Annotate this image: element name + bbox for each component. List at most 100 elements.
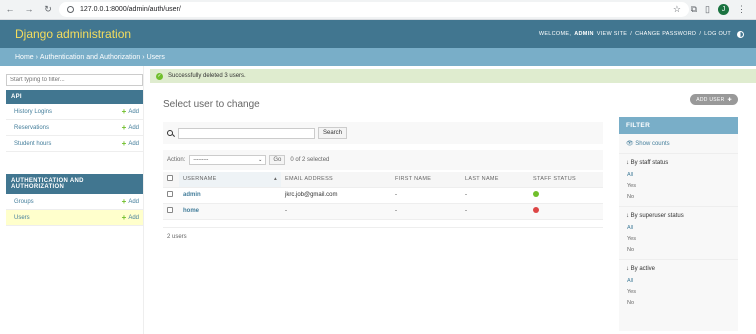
forward-icon[interactable]: → <box>24 4 34 15</box>
success-message-text: Successfully deleted 3 users. <box>168 73 246 79</box>
filter-option[interactable]: No <box>627 297 738 308</box>
filter-option[interactable]: All <box>627 169 738 180</box>
log-out-link[interactable]: LOG OUT <box>704 31 731 37</box>
extensions-icon[interactable]: ⧉ <box>691 4 697 15</box>
filter-option[interactable]: All <box>627 275 738 286</box>
row-checkbox[interactable] <box>167 191 173 197</box>
add-reservation-link[interactable]: + Add <box>122 123 139 132</box>
nav-filter-input[interactable] <box>6 74 143 86</box>
email-cell: jkrc.job@gmail.com <box>281 187 391 204</box>
bookmark-star-icon[interactable]: ☆ <box>673 4 681 15</box>
filter-option[interactable]: Yes <box>627 180 738 191</box>
site-header: Django administration WELCOME, ADMIN VIE… <box>0 20 756 48</box>
url-text: 127.0.0.1:8000/admin/auth/user/ <box>80 6 181 13</box>
profile-avatar[interactable]: J <box>718 4 729 15</box>
sidepanel-icon[interactable]: ▯ <box>705 4 710 15</box>
filter-option[interactable]: Yes <box>627 233 738 244</box>
search-icon <box>167 130 173 136</box>
site-info-icon[interactable] <box>67 6 74 13</box>
sidebar-item-label[interactable]: Reservations <box>14 125 49 131</box>
browser-toolbar: ← → ↻ 127.0.0.1:8000/admin/auth/user/ ☆ … <box>0 0 756 20</box>
table-header-row: USERNAME ▴ EMAIL ADDRESS FIRST NAME LAST … <box>163 172 603 188</box>
sidebar-item-student-hours: Student hours + Add <box>6 136 143 152</box>
column-header-email[interactable]: EMAIL ADDRESS <box>281 172 391 188</box>
breadcrumb-users: Users <box>146 53 165 61</box>
view-site-link[interactable]: VIEW SITE <box>597 31 628 37</box>
filter-option[interactable]: No <box>627 244 738 255</box>
selection-count: 0 of 2 selected <box>290 157 330 163</box>
breadcrumb: Home › Authentication and Authorization … <box>0 48 756 66</box>
changelist: Select user to change Search Action: ---… <box>163 94 603 240</box>
column-header-first-name[interactable]: FIRST NAME <box>391 172 461 188</box>
column-header-staff-status[interactable]: STAFF STATUS <box>529 172 603 188</box>
row-checkbox[interactable] <box>167 207 173 213</box>
sidebar-item-label[interactable]: Student hours <box>14 141 51 147</box>
column-header-last-name[interactable]: LAST NAME <box>461 172 529 188</box>
plus-icon: + <box>121 107 127 116</box>
username-link[interactable]: home <box>183 208 199 214</box>
chevron-down-icon: ⌄ <box>258 157 263 163</box>
sidebar-item-label[interactable]: Groups <box>14 199 34 205</box>
content: ✓ Successfully deleted 3 users. Select u… <box>144 66 756 334</box>
module-api: API History Logins + Add Reservations + Ad… <box>6 90 143 152</box>
theme-toggle-icon[interactable] <box>737 30 744 38</box>
go-button[interactable]: Go <box>269 155 286 165</box>
staff-no-icon <box>533 207 539 213</box>
first-name-cell: - <box>391 203 461 220</box>
filter-option[interactable]: No <box>627 191 738 202</box>
select-all-cell <box>163 172 179 188</box>
sidebar-item-history-logins: History Logins + Add <box>6 104 143 120</box>
success-check-icon: ✓ <box>156 72 163 80</box>
table-row: admin jkrc.job@gmail.com - - <box>163 187 603 204</box>
plus-icon: + <box>121 213 127 222</box>
column-header-username[interactable]: USERNAME ▴ <box>179 172 281 188</box>
sidebar: API History Logins +Add Reservations +Ad… <box>0 66 144 334</box>
user-tools: WELCOME, ADMIN VIEW SITE / CHANGE PASSWO… <box>538 30 744 38</box>
search-input[interactable] <box>178 127 315 139</box>
filter-option[interactable]: Yes <box>627 286 738 297</box>
add-group-link[interactable]: + Add <box>122 197 139 206</box>
address-bar[interactable]: 127.0.0.1:8000/admin/auth/user/ ☆ <box>59 2 689 17</box>
show-counts-link[interactable]: 👁 Show counts <box>619 134 738 154</box>
table-row: home - - - <box>163 203 603 220</box>
add-history-login-link[interactable]: + Add <box>122 107 139 116</box>
actions-bar: Action: --------- ⌄ Go 0 of 2 selected <box>163 150 603 170</box>
breadcrumb-auth[interactable]: Authentication and Authorization <box>40 54 140 61</box>
filter-caption: FILTER <box>619 117 738 134</box>
add-user-button[interactable]: ADD USER ✚ <box>690 94 738 105</box>
plus-icon: ✚ <box>727 96 732 103</box>
filter-title-active: ↓ By active <box>626 266 656 272</box>
add-student-hours-link[interactable]: + Add <box>122 139 139 148</box>
staff-yes-icon <box>533 191 539 197</box>
reload-icon[interactable]: ↻ <box>43 4 53 15</box>
sidebar-item-users: Users + Add <box>6 210 143 226</box>
welcome-text: WELCOME, <box>538 31 572 37</box>
filter-option[interactable]: All <box>627 222 738 233</box>
filter-panel: FILTER 👁 Show counts ↓ By staff status A… <box>619 117 738 331</box>
search-toolbar: Search <box>163 122 603 144</box>
email-cell: - <box>281 203 391 220</box>
select-all-checkbox[interactable] <box>167 175 173 182</box>
filter-list-staff: All Yes No <box>619 169 738 207</box>
breadcrumb-home[interactable]: Home <box>15 54 34 61</box>
change-password-link[interactable]: CHANGE PASSWORD <box>635 31 696 37</box>
search-button[interactable]: Search <box>318 127 348 139</box>
plus-icon: + <box>121 197 127 206</box>
filter-title-superuser: ↓ By superuser status <box>626 213 684 219</box>
sidebar-item-reservations: Reservations + Add <box>6 120 143 136</box>
browser-nav: ← → ↻ <box>0 4 57 15</box>
sort-arrow-icon[interactable]: ▴ <box>274 176 277 182</box>
site-brand[interactable]: Django administration <box>15 27 131 41</box>
sidebar-item-label[interactable]: Users <box>14 215 30 221</box>
filter-list-superuser: All Yes No <box>619 222 738 260</box>
action-select[interactable]: --------- ⌄ <box>189 155 267 165</box>
add-user-link[interactable]: + Add <box>122 213 139 222</box>
module-caption-api[interactable]: API <box>6 90 143 104</box>
back-icon[interactable]: ← <box>5 4 15 15</box>
plus-icon: + <box>121 123 127 132</box>
browser-menu-icon[interactable]: ⋮ <box>737 4 746 15</box>
module-caption-auth[interactable]: AUTHENTICATION AND AUTHORIZATION <box>6 174 143 194</box>
username-link[interactable]: admin <box>183 192 201 198</box>
sidebar-item-label[interactable]: History Logins <box>14 109 52 115</box>
first-name-cell: - <box>391 187 461 204</box>
